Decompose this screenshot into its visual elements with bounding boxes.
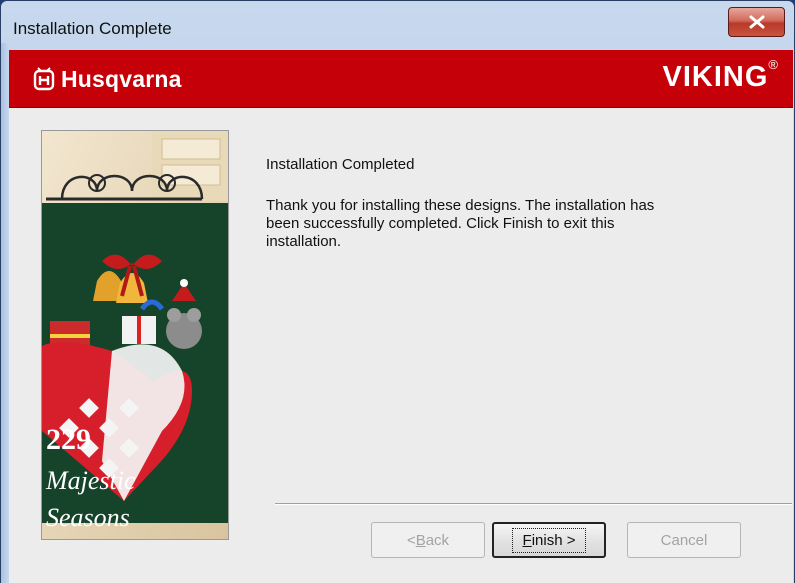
brand-banner: Husqvarna VIKING® xyxy=(9,50,793,108)
finish-rest: inish > xyxy=(531,531,576,549)
holiday-banner-illustration: 229 Majestic Seasons xyxy=(42,131,228,539)
side-image: 229 Majestic Seasons xyxy=(41,130,229,540)
husqvarna-logo: Husqvarna xyxy=(33,64,182,94)
close-icon xyxy=(749,15,764,29)
title-bar[interactable]: Installation Complete xyxy=(1,1,794,43)
completion-message: Thank you for installing these designs. … xyxy=(266,197,655,250)
back-rest: ack xyxy=(425,531,450,549)
caption-line-1: Majestic xyxy=(45,466,136,495)
back-prefix: < xyxy=(406,531,416,549)
message-area: Installation Completed Thank you for ins… xyxy=(266,156,686,251)
husqvarna-wordmark: Husqvarna xyxy=(61,65,182,92)
finish-button[interactable]: Finish > xyxy=(492,522,606,558)
back-accel: B xyxy=(415,531,426,549)
close-button[interactable] xyxy=(728,7,785,37)
finish-accel: F xyxy=(522,531,532,549)
installer-window: Installation Complete Husqvarna VIKING® xyxy=(0,0,795,583)
cancel-label: Cancel xyxy=(660,531,708,549)
husqvarna-crown-icon xyxy=(33,67,55,91)
finish-focus-rect: Finish > xyxy=(511,527,587,553)
dialog-panel: 229 Majestic Seasons Installation Comple… xyxy=(9,108,793,583)
caption-line-2: Seasons xyxy=(46,503,130,532)
viking-logo: VIKING® xyxy=(662,57,780,94)
registered-mark: ® xyxy=(768,57,779,73)
window-title: Installation Complete xyxy=(13,19,172,38)
completion-heading: Installation Completed xyxy=(266,156,415,173)
dialog-client-area: Husqvarna VIKING® 229 Majestic Seasons I… xyxy=(9,50,793,583)
back-button[interactable]: < Back xyxy=(371,522,485,558)
design-number: 229 xyxy=(46,423,91,456)
button-divider xyxy=(275,503,792,505)
cancel-button[interactable]: Cancel xyxy=(627,522,741,558)
window-frame-left xyxy=(1,43,9,583)
viking-wordmark: VIKING xyxy=(662,61,769,93)
